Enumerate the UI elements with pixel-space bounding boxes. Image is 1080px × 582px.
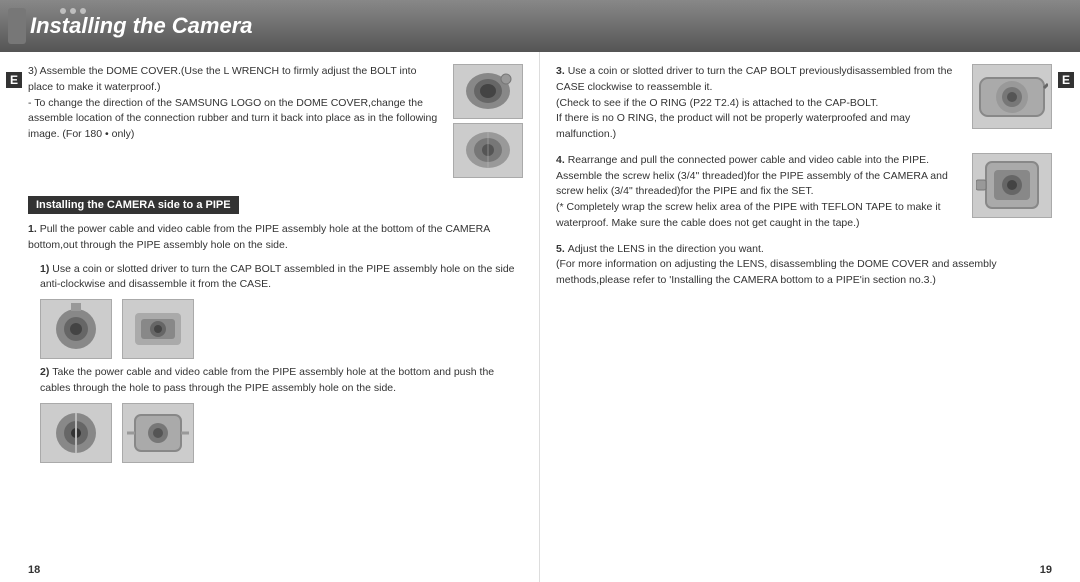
cable-image-1 <box>40 403 112 463</box>
page-number-left: 18 <box>28 564 40 576</box>
step-1a-text: Use a coin or slotted driver to turn the… <box>40 263 515 291</box>
right-step-5-content: 5. Adjust the LENS in the direction you … <box>556 242 1052 289</box>
section-heading: Installing the CAMERA side to a PIPE <box>28 196 239 214</box>
step-1-num: 1. <box>28 223 40 235</box>
step-1: 1. Pull the power cable and video cable … <box>28 222 523 254</box>
right-step-3: 3. Use a coin or slotted driver to turn … <box>556 64 1052 143</box>
cable-image-2 <box>122 403 194 463</box>
step-1a: 1) Use a coin or slotted driver to turn … <box>40 262 523 294</box>
dome-cover-text: 3) Assemble the DOME COVER.(Use the L WR… <box>28 64 443 178</box>
step-1a-num: 1) <box>40 263 52 275</box>
page-title: Installing the Camera <box>30 13 253 39</box>
dot-3 <box>80 8 86 14</box>
dot-2 <box>70 8 76 14</box>
right-step-3-text: 3. Use a coin or slotted driver to turn … <box>556 64 956 143</box>
step-images-row2 <box>40 403 523 463</box>
e-marker-left: E <box>6 72 22 88</box>
page-header: Installing the Camera <box>0 0 1080 52</box>
dome-cover-image-1 <box>453 64 523 119</box>
top-section: 3) Assemble the DOME COVER.(Use the L WR… <box>28 64 523 178</box>
left-page: E 3) Assemble the DOME COVER.(Use the L … <box>0 52 540 582</box>
step-2a-num: 2) <box>40 366 52 378</box>
right-step-3-content: 3. Use a coin or slotted driver to turn … <box>556 64 956 143</box>
right-step-4-image <box>972 153 1052 232</box>
header-dots <box>60 8 86 14</box>
dome-cover-image-2 <box>453 123 523 178</box>
cap-bolt-image <box>972 64 1052 129</box>
right-step-5-text: 5. Adjust the LENS in the direction you … <box>556 242 1052 289</box>
right-step-4-text: 4. Rearrange and pull the connected powe… <box>556 153 956 232</box>
dome-cover-images <box>453 64 523 178</box>
e-marker-right: E <box>1058 72 1074 88</box>
right-step-4: 4. Rearrange and pull the connected powe… <box>556 153 1052 232</box>
step-images-row1 <box>40 299 523 359</box>
pipe-image-1 <box>40 299 112 359</box>
step-1-text: Pull the power cable and video cable fro… <box>28 223 490 251</box>
dot-1 <box>60 8 66 14</box>
right-page: E 3. Use a coin or slotted driver to tur… <box>540 52 1080 582</box>
pipe-image-2 <box>122 299 194 359</box>
right-step-5: 5. Adjust the LENS in the direction you … <box>556 242 1052 289</box>
right-step-3-image <box>972 64 1052 143</box>
header-decoration <box>8 8 26 44</box>
step-2a-text: Take the power cable and video cable fro… <box>40 366 494 394</box>
page-number-right: 19 <box>1040 564 1052 576</box>
page-content: E 3) Assemble the DOME COVER.(Use the L … <box>0 52 1080 582</box>
right-step-4-content: 4. Rearrange and pull the connected powe… <box>556 153 956 232</box>
step-2a: 2) Take the power cable and video cable … <box>40 365 523 397</box>
pipe-assembly-image <box>972 153 1052 218</box>
